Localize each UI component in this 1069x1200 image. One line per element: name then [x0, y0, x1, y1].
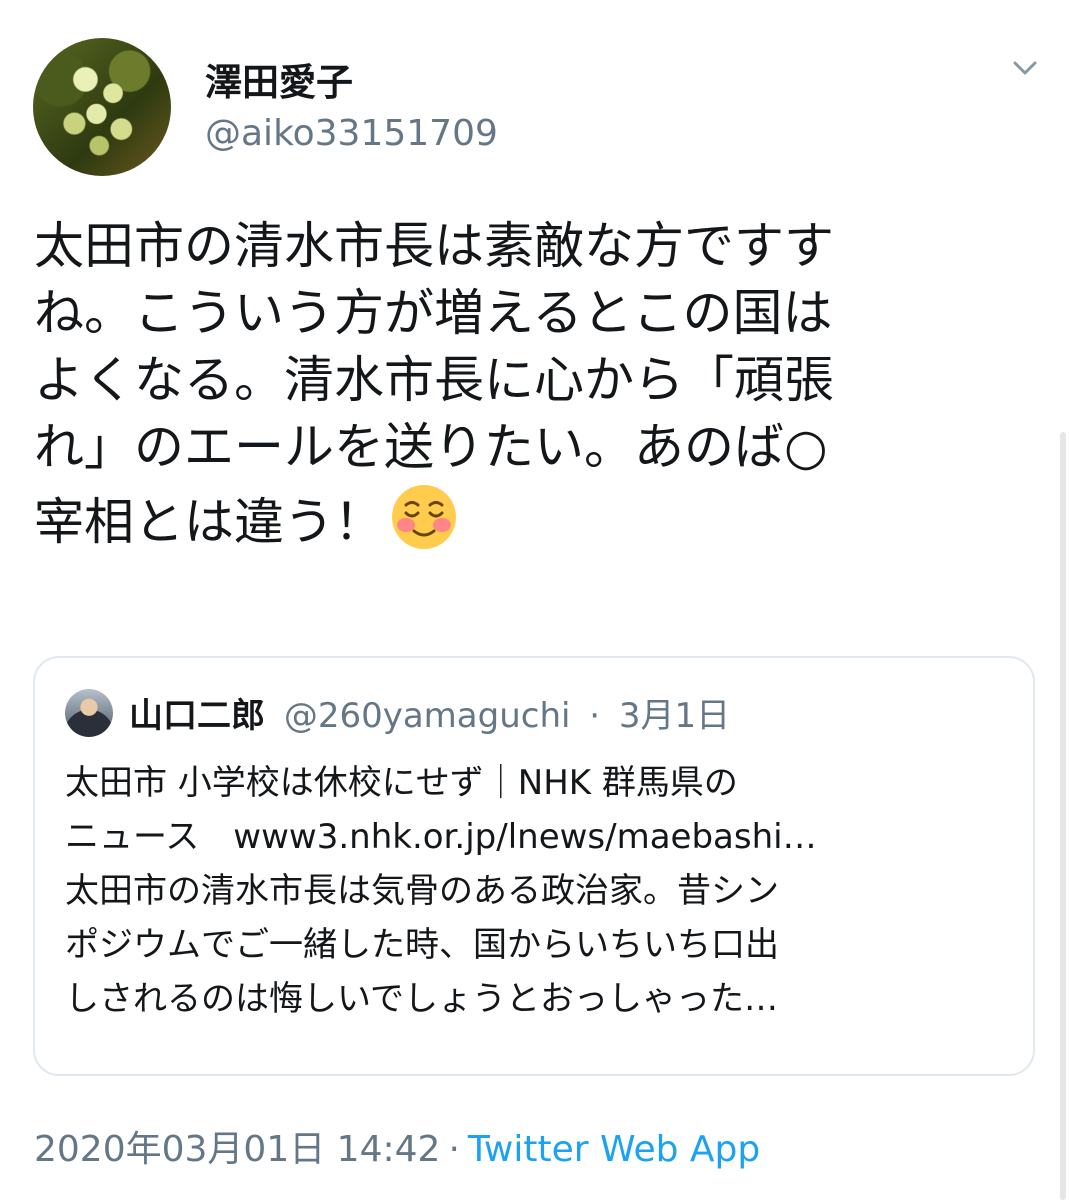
- tweet-footer: 2020年03月01日 14:42 · Twitter Web App: [34, 1120, 760, 1172]
- author-avatar[interactable]: [33, 38, 171, 176]
- quoted-separator: ·: [589, 696, 601, 736]
- quoted-date: 3月1日: [618, 696, 731, 736]
- tweet-line: れ」のエールを送りたい。あのば○: [34, 418, 828, 476]
- author-handle[interactable]: @aiko33151709: [205, 113, 498, 154]
- smiling-face-with-blush-icon: [392, 485, 456, 549]
- tweet-line-text: 宰相とは違う！: [34, 493, 384, 551]
- quoted-line: ニュース www3.nhk.or.jp/lnews/maebashi…: [65, 817, 817, 857]
- quoted-line: 太田市 小学校は休校にせず｜NHK 群馬県の: [65, 763, 738, 803]
- tweet-line: 太田市の清水市長は素敵な方ですす: [34, 217, 834, 275]
- quoted-author-handle: @260yamaguchi: [283, 696, 571, 736]
- quoted-tweet-text: 太田市 小学校は休校にせず｜NHK 群馬県の ニュース www3.nhk.or.…: [65, 756, 1005, 1026]
- quoted-line: しされるのは悔しいでしょうとおっしゃった…: [65, 979, 778, 1019]
- footer-separator: ·: [448, 1129, 460, 1170]
- tweet-line: よくなる。清水市長に心から「頑張: [34, 351, 834, 409]
- quoted-tweet-header: 山口二郎 @260yamaguchi · 3月1日: [129, 688, 730, 737]
- chevron-down-icon[interactable]: [1012, 60, 1038, 76]
- quoted-line: 太田市の清水市長は気骨のある政治家。昔シン: [65, 871, 779, 911]
- tweet-timestamp[interactable]: 2020年03月01日 14:42: [34, 1129, 440, 1170]
- tweet-text: 太田市の清水市長は素敵な方ですす ね。こういう方が増えるとこの国は よくなる。清…: [34, 213, 1034, 556]
- author-display-name[interactable]: 澤田愛子: [205, 52, 353, 106]
- quoted-line: ポジウムでご一緒した時、国からいちいち口出: [65, 925, 779, 965]
- tweet-line: ね。こういう方が増えるとこの国は: [34, 284, 833, 342]
- tweet-source-link[interactable]: Twitter Web App: [468, 1129, 760, 1170]
- scrollbar[interactable]: [1060, 432, 1066, 1200]
- quoted-author-name: 山口二郎: [129, 696, 265, 736]
- quoted-author-avatar: [65, 689, 113, 737]
- quoted-tweet-card[interactable]: 山口二郎 @260yamaguchi · 3月1日 太田市 小学校は休校にせず｜…: [33, 656, 1035, 1076]
- tweet-line: 宰相とは違う！: [34, 481, 1034, 556]
